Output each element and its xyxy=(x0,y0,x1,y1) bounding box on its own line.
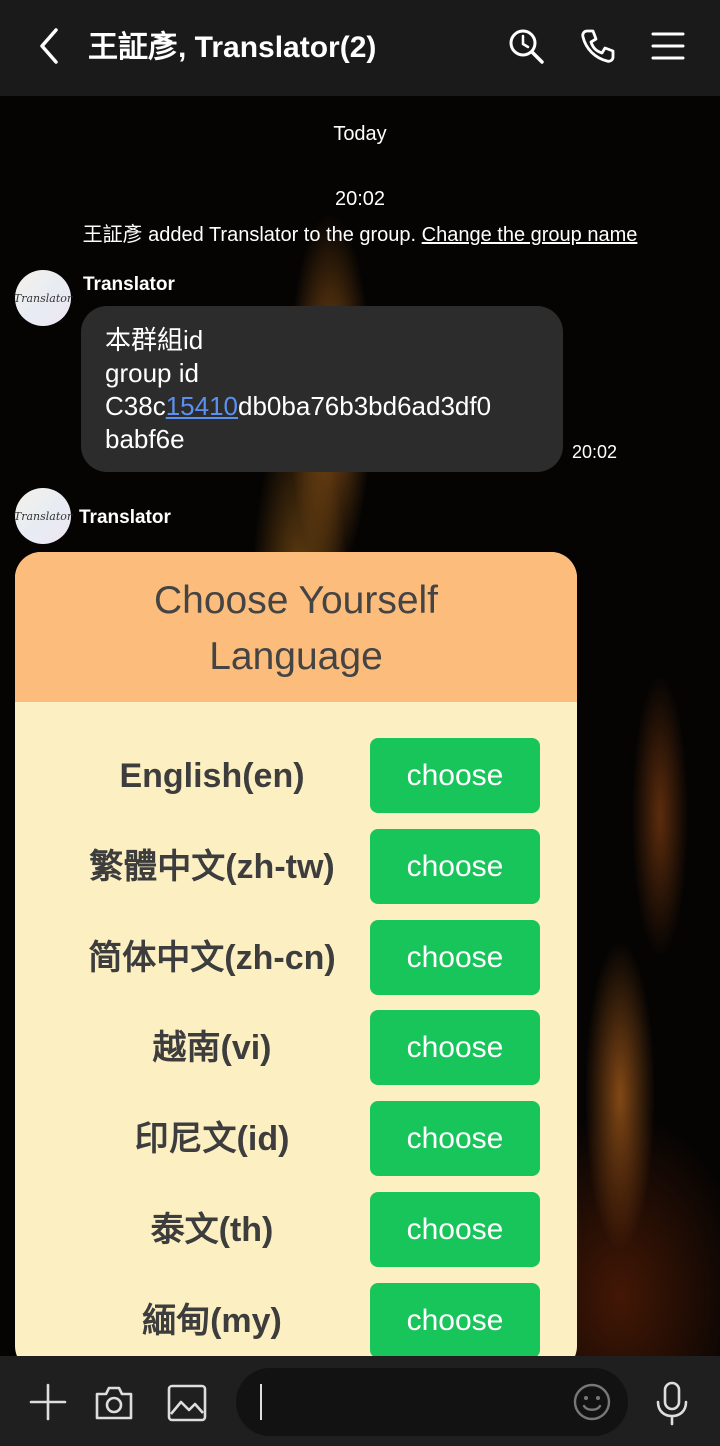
camera-icon[interactable] xyxy=(93,1382,135,1424)
translator-avatar[interactable]: Translator xyxy=(14,270,72,326)
system-time: 20:02 xyxy=(334,188,386,210)
call-icon[interactable] xyxy=(578,26,618,66)
card-header: Choose Yourself Language xyxy=(15,552,577,702)
language-row-my: 緬甸(my) choose xyxy=(15,1283,577,1359)
group-id-line: C38c15410db0ba76b3bd6ad3df0 xyxy=(105,390,539,423)
choose-button-en[interactable]: choose xyxy=(370,738,540,813)
sender-name: Translator xyxy=(83,274,175,295)
language-label: 印尼文(id) xyxy=(134,1120,290,1158)
language-row-th: 泰文(th) choose xyxy=(15,1192,577,1268)
language-label: 简体中文(zh-cn) xyxy=(88,939,336,977)
message-input[interactable] xyxy=(236,1368,628,1436)
choose-button-th[interactable]: choose xyxy=(370,1192,540,1267)
choose-button-vi[interactable]: choose xyxy=(370,1010,540,1085)
change-group-name-link[interactable]: Change the group name xyxy=(422,224,638,246)
language-row-id: 印尼文(id) choose xyxy=(15,1101,577,1177)
message-line: 本群組id xyxy=(105,325,204,355)
choose-button-zh-cn[interactable]: choose xyxy=(370,920,540,995)
text-caret xyxy=(260,1384,262,1420)
group-id-prefix: C38c xyxy=(105,391,166,421)
language-row-en: English(en) choose xyxy=(15,738,577,814)
translator-avatar[interactable]: Translator xyxy=(14,488,72,544)
date-divider: Today xyxy=(333,123,387,145)
sender-name: Translator xyxy=(79,507,171,528)
language-row-zh-tw: 繁體中文(zh-tw) choose xyxy=(15,829,577,905)
message-time: 20:02 xyxy=(572,442,618,462)
back-icon[interactable] xyxy=(30,26,70,66)
group-id-suffix: db0ba76b3bd6ad3df0 xyxy=(238,391,492,421)
language-label: 越南(vi) xyxy=(152,1029,272,1067)
chat-title: 王証彥, Translator(2) xyxy=(88,31,377,64)
choose-button-zh-tw[interactable]: choose xyxy=(370,829,540,904)
language-row-vi: 越南(vi) choose xyxy=(15,1010,577,1086)
message-line: group id xyxy=(105,358,199,388)
search-icon[interactable] xyxy=(506,26,546,66)
language-label: 繁體中文(zh-tw) xyxy=(89,848,335,886)
microphone-icon[interactable] xyxy=(652,1380,692,1426)
language-card: Choose Yourself Language English(en) cho… xyxy=(15,552,577,1372)
chat-header: 王証彥, Translator(2) xyxy=(0,0,720,96)
emoji-icon[interactable] xyxy=(572,1382,612,1422)
message-bubble[interactable]: 本群組id group id C38c15410db0ba76b3bd6ad3d… xyxy=(81,306,563,472)
image-icon[interactable] xyxy=(166,1382,208,1424)
plus-icon[interactable] xyxy=(28,1382,68,1422)
menu-icon[interactable] xyxy=(648,26,688,66)
language-row-zh-cn: 简体中文(zh-cn) choose xyxy=(15,920,577,996)
card-title-line: Choose Yourself xyxy=(153,579,439,622)
system-message-text: 王証彥 added Translator to the group. xyxy=(82,224,417,246)
card-title-line: Language xyxy=(209,635,383,678)
message-line: babf6e xyxy=(105,424,185,454)
choose-button-my[interactable]: choose xyxy=(370,1283,540,1358)
language-label: 泰文(th) xyxy=(150,1211,274,1249)
language-label: English(en) xyxy=(119,757,305,795)
choose-button-id[interactable]: choose xyxy=(370,1101,540,1176)
system-message: 王証彥 added Translator to the group. Chang… xyxy=(0,218,720,247)
input-bar xyxy=(0,1356,720,1446)
group-id-link[interactable]: 15410 xyxy=(166,391,238,421)
language-label: 緬甸(my) xyxy=(142,1302,282,1340)
